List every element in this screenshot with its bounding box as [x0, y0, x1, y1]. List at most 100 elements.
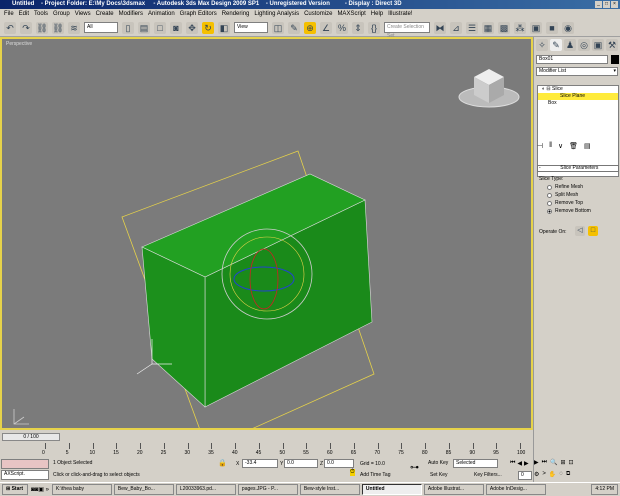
make-unique-icon[interactable]: ∨	[558, 142, 563, 150]
create-tab-icon[interactable]: ✧	[536, 39, 548, 51]
x-coordinate-field[interactable]: -33.4	[242, 459, 278, 468]
stack-item-slice[interactable]: ◐ ⊟ Slice	[538, 86, 618, 93]
stack-item-slice-plane[interactable]: Slice Plane	[538, 93, 618, 100]
bind-spacewarp-icon[interactable]: ≋	[68, 21, 80, 34]
menu-illustrate-[interactable]: Illustrate!	[388, 9, 412, 19]
redo-icon[interactable]: ↷	[20, 21, 32, 34]
angle-snap-icon[interactable]: ∠	[320, 21, 332, 34]
mirror-icon[interactable]: ⧓	[434, 21, 446, 34]
set-key-button[interactable]: Set Key	[430, 472, 448, 478]
snap-icon[interactable]: ⊕	[304, 21, 316, 34]
select-by-name-icon[interactable]: ▤	[138, 21, 150, 34]
schematic-view-icon[interactable]: ▩	[498, 21, 510, 34]
go-to-end-icon[interactable]: ⏭	[542, 459, 547, 466]
menu-animation[interactable]: Animation	[148, 9, 175, 19]
taskbar-item[interactable]: Untitled	[361, 484, 422, 495]
time-slider[interactable]: 0 / 100	[2, 433, 60, 441]
taskbar-item[interactable]: Bew-style Inst...	[299, 484, 360, 495]
next-frame-icon[interactable]: ▶	[534, 459, 539, 466]
taskbar-item[interactable]: Adobe Illustrat...	[423, 484, 484, 495]
layer-manager-icon[interactable]: ☰	[466, 21, 478, 34]
zoom-icon[interactable]: 🔍	[550, 459, 557, 466]
render-icon[interactable]: ◉	[562, 21, 574, 34]
menu-modifiers[interactable]: Modifiers	[119, 9, 143, 19]
rotate-icon[interactable]: ↻	[202, 21, 214, 34]
spinner-snap-icon[interactable]: ⇕	[352, 21, 364, 34]
selection-region-icon[interactable]: □	[154, 21, 166, 34]
unlink-icon[interactable]: ⛓	[52, 21, 64, 34]
slice-parameters-rollout[interactable]: - Slice Parameters	[537, 165, 619, 172]
hierarchy-tab-icon[interactable]: ♟	[564, 39, 576, 51]
modify-tab-icon[interactable]: ✎	[550, 39, 562, 51]
maxscript-listener[interactable]: AXScript.	[1, 470, 49, 480]
go-to-start-icon[interactable]: ⏮	[510, 460, 515, 467]
orbit-icon[interactable]: ◌	[559, 471, 563, 478]
time-tag-icon[interactable]: ⏱	[350, 469, 355, 476]
utilities-tab-icon[interactable]: ⚒	[606, 39, 618, 51]
menu-graph-editors[interactable]: Graph Editors	[180, 9, 217, 19]
pin-stack-icon[interactable]: ⊣	[537, 142, 543, 150]
taskbar-item[interactable]: Bew_Baby_Bo...	[113, 484, 174, 495]
taskbar-item[interactable]: K:\thea baby	[51, 484, 112, 495]
menu-help[interactable]: Help	[371, 9, 383, 19]
stack-item-box[interactable]: Box	[538, 100, 618, 107]
align-icon[interactable]: ⊿	[450, 21, 462, 34]
taskbar-item[interactable]: L20033963.pd...	[175, 484, 236, 495]
current-frame-field[interactable]: 0	[518, 471, 532, 480]
menu-edit[interactable]: Edit	[19, 9, 29, 19]
menu-tools[interactable]: Tools	[34, 9, 48, 19]
window-crossing-icon[interactable]: ◙	[170, 21, 182, 34]
operate-on-faces-icon[interactable]: ◁	[575, 226, 585, 236]
zoom-extents-icon[interactable]: ⊡	[569, 459, 574, 466]
auto-key-button[interactable]: Auto Key	[428, 460, 448, 466]
move-icon[interactable]: ✥	[186, 21, 198, 34]
track-bar[interactable]: 0 5 10 15 20 25 30 35 40 45 50 55 60 65 70 75 80 85 90 95 10…	[0, 443, 533, 458]
menu-maxscript[interactable]: MAXScript	[337, 9, 365, 19]
rendered-frame-icon[interactable]: ■	[546, 21, 558, 34]
maximize-viewport-icon[interactable]: ⧉	[566, 471, 570, 478]
previous-frame-icon[interactable]: ◀	[517, 460, 522, 467]
add-time-tag-button[interactable]: Add Time Tag	[360, 472, 390, 478]
z-coordinate-field[interactable]: 0.0	[324, 459, 354, 468]
minimize-button[interactable]: _	[595, 1, 602, 8]
configure-sets-icon[interactable]: ▤	[584, 142, 591, 150]
undo-icon[interactable]: ↶	[4, 21, 16, 34]
scale-icon[interactable]: ◧	[218, 21, 230, 34]
time-config-icon[interactable]: ⚙	[534, 471, 539, 478]
manipulate-icon[interactable]: ✎	[288, 21, 300, 34]
reference-coordinate-dropdown[interactable]: View	[234, 22, 268, 33]
menu-rendering[interactable]: Rendering	[222, 9, 250, 19]
key-mode-dropdown[interactable]: Selected	[453, 459, 498, 468]
menu-group[interactable]: Group	[53, 9, 70, 19]
fov-icon[interactable]: >	[542, 471, 546, 478]
quick-launch-icons[interactable]: ◙◙▣ »	[31, 486, 49, 493]
taskbar-item[interactable]: pages.JPG - P...	[237, 484, 298, 495]
selection-filter-dropdown[interactable]: All	[84, 22, 118, 33]
maximize-button[interactable]: □	[603, 1, 610, 8]
taskbar-item[interactable]: Adobe InDesig...	[485, 484, 546, 495]
maxscript-listener-top[interactable]	[1, 459, 49, 469]
y-coordinate-field[interactable]: 0.0	[284, 459, 318, 468]
radio-remove-top[interactable]: Remove Top	[537, 199, 617, 207]
object-name-field[interactable]: Box01	[536, 55, 608, 64]
pan-icon[interactable]: ✋	[549, 471, 556, 478]
radio-remove-bottom[interactable]: Remove Bottom	[537, 207, 617, 215]
remove-modifier-icon[interactable]: 🗑	[569, 142, 578, 150]
show-end-result-icon[interactable]: ‖	[549, 142, 552, 150]
menu-lighting-analysis[interactable]: Lighting Analysis	[254, 9, 299, 19]
render-setup-icon[interactable]: ▣	[530, 21, 542, 34]
close-button[interactable]: ×	[611, 1, 618, 8]
radio-refine-mesh[interactable]: Refine Mesh	[537, 183, 617, 191]
menu-customize[interactable]: Customize	[304, 9, 332, 19]
select-object-icon[interactable]: ▯	[122, 21, 134, 34]
display-tab-icon[interactable]: ▣	[592, 39, 604, 51]
key-filters-button[interactable]: Key Filters...	[474, 472, 502, 478]
curve-editor-icon[interactable]: ▦	[482, 21, 494, 34]
menu-file[interactable]: File	[4, 9, 14, 19]
named-selection-icon[interactable]: {}	[368, 21, 380, 34]
modifier-list-dropdown[interactable]: Modifier List ▾	[536, 67, 618, 76]
menu-create[interactable]: Create	[96, 9, 114, 19]
perspective-viewport[interactable]: Perspective	[0, 37, 533, 430]
pivot-icon[interactable]: ◫	[272, 21, 284, 34]
percent-snap-icon[interactable]: %	[336, 21, 348, 34]
